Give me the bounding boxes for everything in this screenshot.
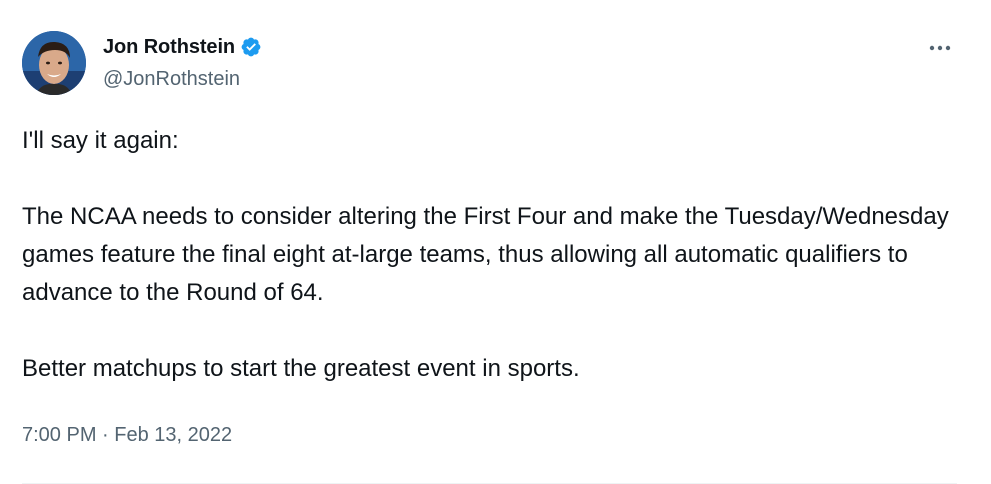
- tweet-paragraph: Better matchups to start the greatest ev…: [22, 355, 580, 382]
- tweet-paragraph: The NCAA needs to consider altering the …: [22, 203, 949, 306]
- timestamp-date[interactable]: Feb 13, 2022: [114, 424, 232, 446]
- tweet: Jon Rothstein @JonRothstein I'll say it …: [0, 0, 991, 484]
- name-row: Jon Rothstein: [103, 34, 262, 60]
- tweet-text: I'll say it again: The NCAA needs to con…: [22, 122, 967, 388]
- timestamp: 7:00 PM · Feb 13, 2022: [22, 424, 232, 447]
- tweet-paragraph: I'll say it again:: [22, 127, 179, 154]
- author-info: Jon Rothstein @JonRothstein: [103, 34, 262, 91]
- more-options-icon: [929, 45, 951, 51]
- more-options-button[interactable]: [920, 34, 960, 62]
- handle[interactable]: @JonRothstein: [103, 68, 262, 91]
- verified-badge-icon[interactable]: [240, 36, 262, 58]
- avatar[interactable]: [22, 31, 86, 95]
- timestamp-time[interactable]: 7:00 PM: [22, 424, 96, 446]
- display-name[interactable]: Jon Rothstein: [103, 36, 235, 59]
- avatar-photo: [22, 31, 86, 95]
- timestamp-separator: ·: [102, 424, 109, 446]
